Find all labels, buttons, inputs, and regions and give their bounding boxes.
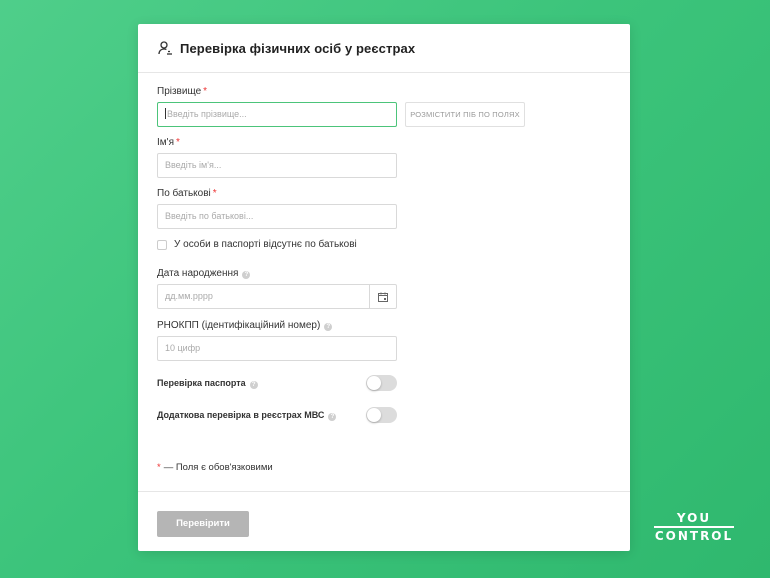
page-title: Перевірка фізичних осіб у реєстрах	[180, 40, 416, 56]
submit-button[interactable]: Перевірити	[157, 511, 249, 537]
tax-id-label-text: РНОКПП (ідентифікаційний номер)	[157, 320, 321, 331]
logo-line2: CONTROL	[654, 528, 734, 543]
required-note: * — Поля є обов'язковими	[157, 462, 273, 473]
first-name-label-text: Ім'я	[157, 137, 174, 148]
help-icon[interactable]: ?	[242, 271, 251, 279]
help-icon[interactable]: ?	[324, 323, 333, 331]
required-mark: *	[157, 462, 161, 473]
mvs-check-toggle[interactable]	[366, 407, 397, 423]
card-header: Перевірка фізичних осіб у реєстрах	[138, 24, 630, 73]
calendar-icon[interactable]	[369, 285, 396, 308]
split-name-button[interactable]: РОЗМІСТИТИ ПІБ ПО ПОЛЯХ	[405, 102, 525, 127]
passport-check-label: Перевірка паспорта?	[157, 378, 258, 389]
tax-id-input[interactable]: 10 цифр	[157, 336, 397, 361]
patronymic-label-text: По батькові	[157, 188, 211, 199]
required-note-text: — Поля є обов'язковими	[163, 462, 273, 473]
birth-date-label-text: Дата народження	[157, 268, 239, 279]
search-card: Перевірка фізичних осіб у реєстрах Прізв…	[138, 24, 630, 551]
required-mark: *	[212, 188, 217, 199]
passport-check-label-text: Перевірка паспорта	[157, 377, 246, 388]
no-patronymic-row[interactable]: У особи в паспорті відсутнє по батькові	[157, 239, 357, 250]
required-mark: *	[175, 137, 180, 148]
first-name-input[interactable]: Введіть ім'я...	[157, 153, 397, 178]
surname-label-text: Прізвище	[157, 86, 202, 97]
user-search-icon	[158, 40, 174, 56]
passport-check-toggle[interactable]	[366, 375, 397, 391]
birth-date-placeholder: дд.мм.рррр	[165, 291, 213, 301]
tax-id-label: РНОКПП (ідентифікаційний номер)?	[157, 320, 333, 331]
no-patronymic-label: У особи в паспорті відсутнє по батькові	[174, 239, 357, 250]
youcontrol-logo: YOU CONTROL	[654, 512, 734, 543]
logo-divider	[654, 526, 734, 528]
surname-input[interactable]: Введіть прізвище...	[157, 102, 397, 127]
patronymic-label: По батькові *	[157, 188, 217, 199]
no-patronymic-checkbox[interactable]	[157, 239, 167, 250]
required-mark: *	[203, 86, 208, 97]
first-name-label: Ім'я *	[157, 137, 180, 148]
birth-date-label: Дата народження?	[157, 268, 251, 279]
patronymic-input[interactable]: Введіть по батькові...	[157, 204, 397, 229]
surname-label: Прізвище *	[157, 86, 207, 97]
mvs-check-row: Додаткова перевірка в реєстрах МВС?	[157, 407, 397, 423]
card-footer: Перевірити	[138, 491, 630, 551]
mvs-check-label-text: Додаткова перевірка в реєстрах МВС	[157, 409, 325, 420]
help-icon[interactable]: ?	[249, 380, 258, 389]
surname-placeholder: Введіть прізвище...	[167, 109, 247, 119]
toggle-knob	[367, 376, 381, 390]
toggle-knob	[367, 408, 381, 422]
text-caret	[165, 108, 166, 119]
mvs-check-label: Додаткова перевірка в реєстрах МВС?	[157, 409, 337, 421]
passport-check-row: Перевірка паспорта?	[157, 375, 397, 391]
logo-line1: YOU	[676, 511, 712, 525]
help-icon[interactable]: ?	[328, 412, 337, 421]
birth-date-input[interactable]: дд.мм.рррр	[157, 284, 397, 309]
